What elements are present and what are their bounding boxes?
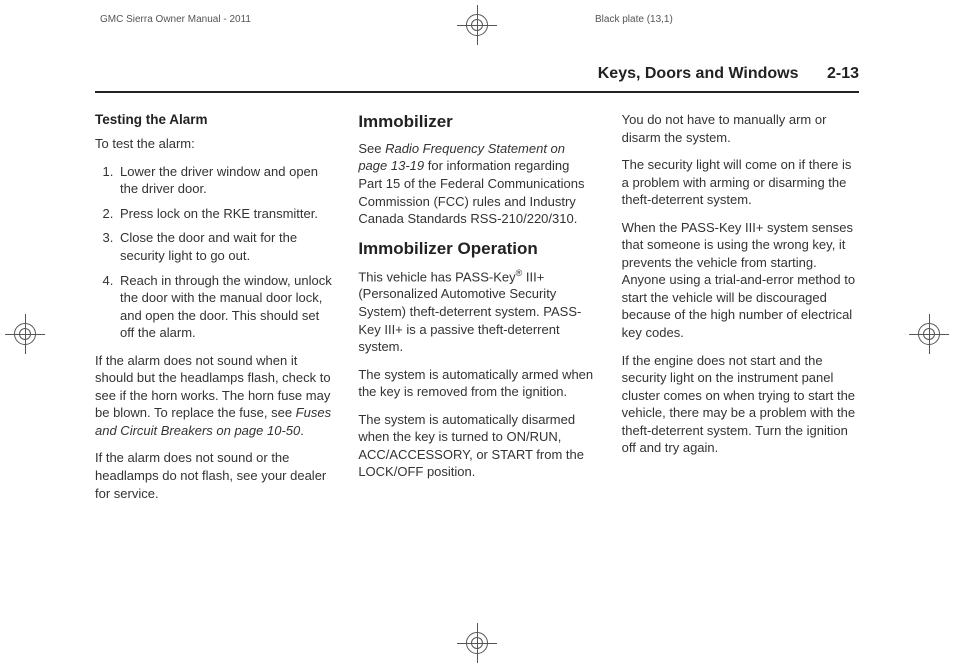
alarm-nosound-1: If the alarm does not sound when it shou…	[95, 352, 332, 440]
step-2: Press lock on the RKE transmitter.	[117, 205, 332, 223]
page-number: 2-13	[827, 65, 859, 82]
heading-immobilizer-operation: Immobilizer Operation	[358, 238, 595, 261]
operation-p3: The system is automatically disarmed whe…	[358, 411, 595, 481]
registration-mark-right	[909, 314, 949, 354]
heading-testing-alarm: Testing the Alarm	[95, 111, 332, 129]
col3-p3: When the PASS-Key III+ system senses tha…	[622, 219, 859, 342]
columns: Testing the Alarm To test the alarm: Low…	[95, 111, 859, 512]
operation-p1: This vehicle has PASS-Key® III+ (Persona…	[358, 267, 595, 356]
step-3: Close the door and wait for the security…	[117, 229, 332, 264]
running-head: Keys, Doors and Windows 2-13	[95, 65, 859, 93]
operation-p2: The system is automatically armed when t…	[358, 366, 595, 401]
page-body: Keys, Doors and Windows 2-13 Testing the…	[95, 65, 859, 512]
registration-mark-bottom	[457, 623, 497, 663]
column-1: Testing the Alarm To test the alarm: Low…	[95, 111, 332, 512]
testing-intro: To test the alarm:	[95, 135, 332, 153]
chapter-title: Keys, Doors and Windows	[598, 65, 799, 82]
immobilizer-body: See Radio Frequency Statement on page 13…	[358, 140, 595, 228]
plate-label: Black plate (13,1)	[595, 14, 673, 25]
manual-title: GMC Sierra Owner Manual - 2011	[100, 14, 251, 25]
testing-steps: Lower the driver window and open the dri…	[95, 163, 332, 342]
column-2: Immobilizer See Radio Frequency Statemen…	[358, 111, 595, 512]
column-3: You do not have to manually arm or disar…	[622, 111, 859, 512]
step-1: Lower the driver window and open the dri…	[117, 163, 332, 198]
alarm-nosound-2: If the alarm does not sound or the headl…	[95, 449, 332, 502]
col3-p4: If the engine does not start and the sec…	[622, 352, 859, 457]
registration-mark-top	[457, 5, 497, 45]
col3-p1: You do not have to manually arm or disar…	[622, 111, 859, 146]
registration-mark-left	[5, 314, 45, 354]
col3-p2: The security light will come on if there…	[622, 156, 859, 209]
heading-immobilizer: Immobilizer	[358, 111, 595, 134]
step-4: Reach in through the window, unlock the …	[117, 272, 332, 342]
